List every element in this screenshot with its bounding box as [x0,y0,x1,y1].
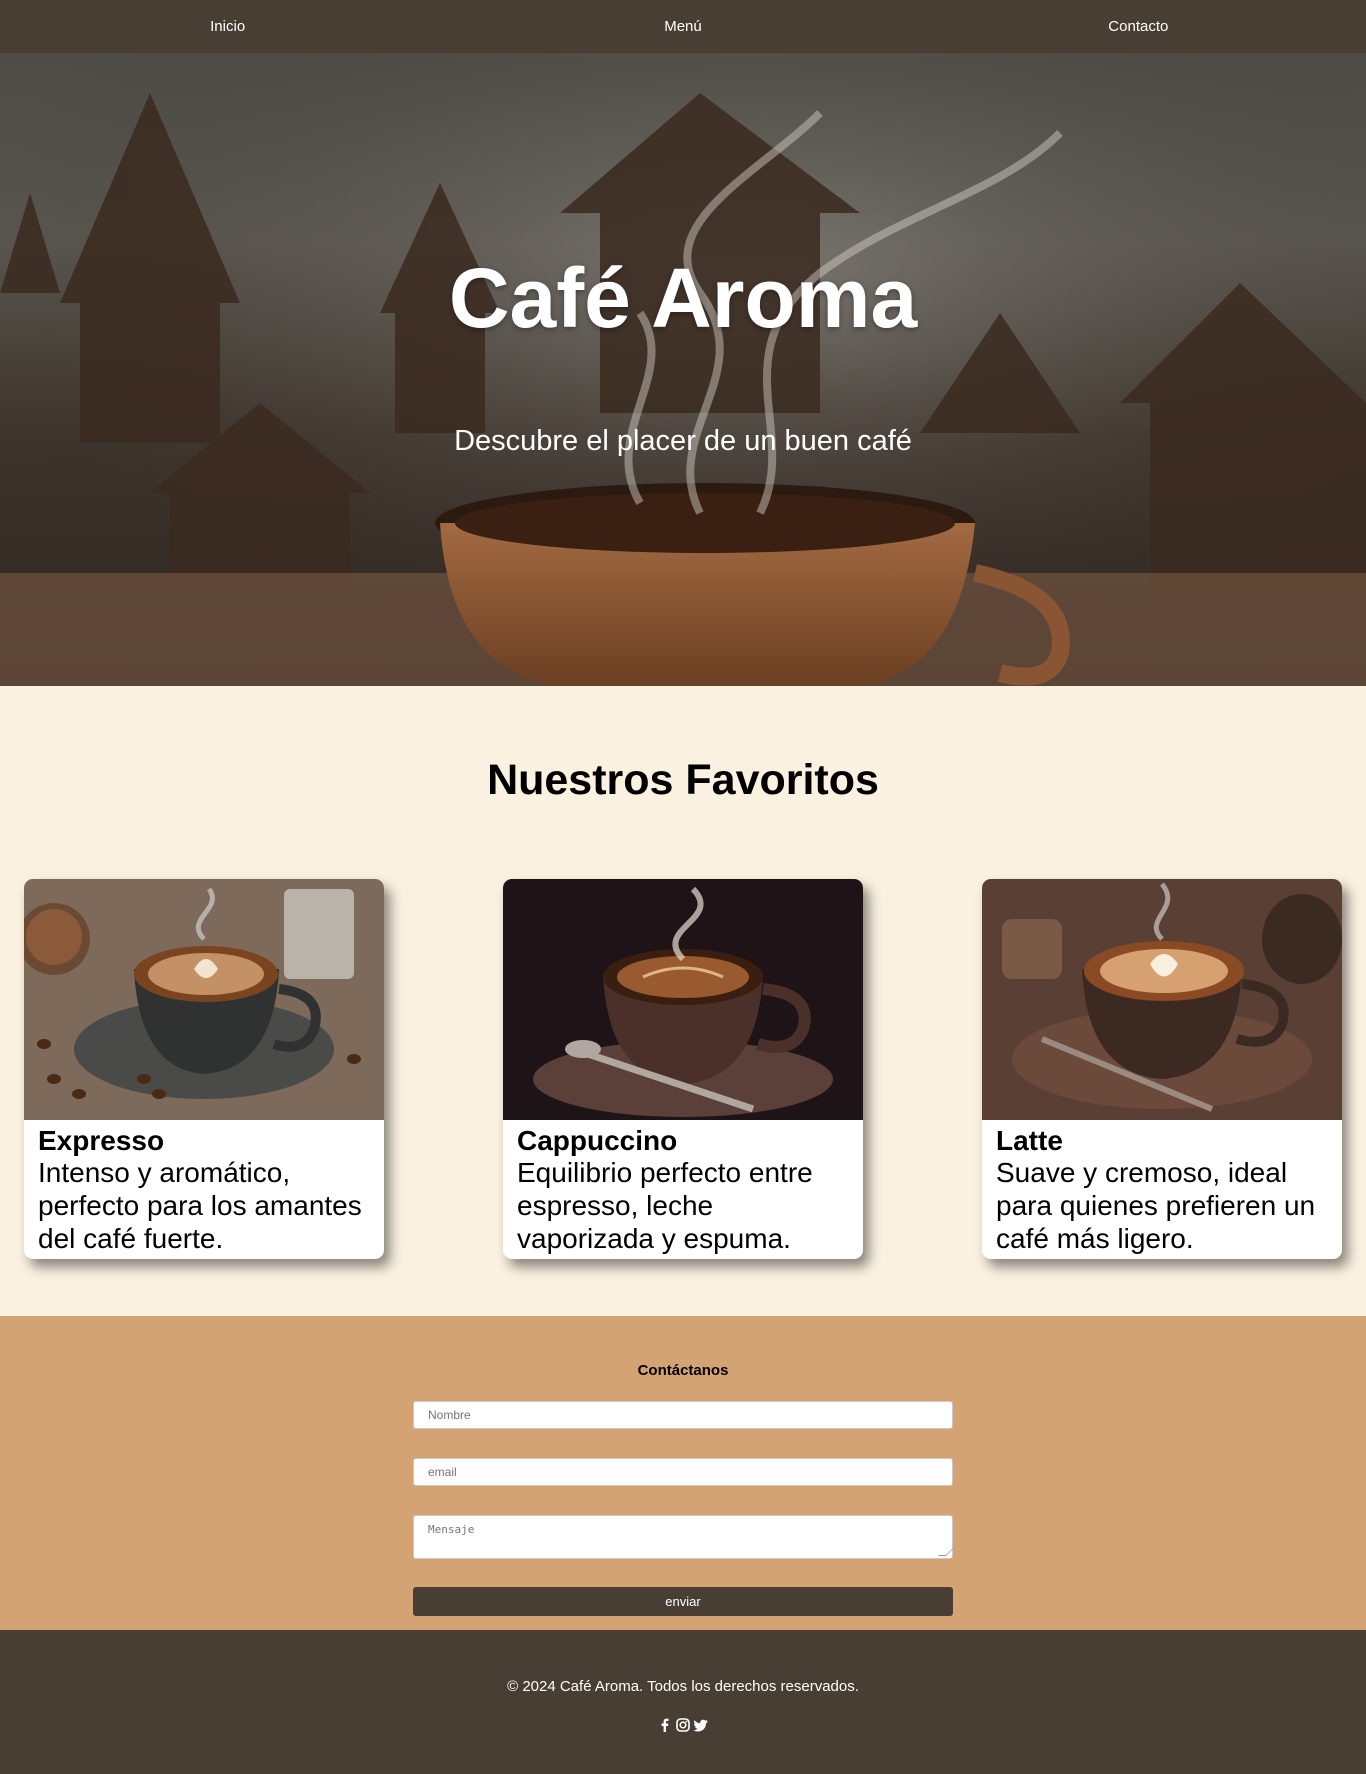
instagram-icon[interactable] [676,1718,690,1732]
card-title-cappuccino: Cappuccino [517,1125,678,1156]
card-title-latte: Latte [996,1125,1063,1156]
favorites-section: Nuestros Favoritos Expresso Intenso y ar… [0,686,1366,1316]
nav-link-inicio[interactable]: Inicio [0,18,455,35]
social-links [0,1718,1366,1732]
submit-button[interactable]: enviar [413,1587,953,1616]
cappuccino-image [503,879,863,1120]
email-input[interactable]: email [413,1458,953,1486]
hero-banner: Café Aroma Descubre el placer de un buen… [0,53,1366,686]
footer-copyright: © 2024 Café Aroma. Todos los derechos re… [507,1678,859,1695]
contact-section: Contáctanos Nombre email Mensaje enviar [0,1316,1366,1630]
twitter-icon[interactable] [694,1718,708,1732]
contact-title: Contáctanos [637,1362,729,1379]
name-input[interactable]: Nombre [413,1401,953,1429]
hero-background-image [0,53,1366,686]
hero-subtitle: Descubre el placer de un buen café [454,425,912,457]
footer: © 2024 Café Aroma. Todos los derechos re… [0,1630,1366,1774]
message-placeholder: Mensaje [428,1523,475,1536]
favorites-title: Nuestros Favoritos [487,756,879,804]
card-description-latte: Suave y cremoso, ideal para quienes pref… [996,1157,1316,1254]
coffee-card-latte: Latte Suave y cremoso, ideal para quiene… [982,879,1342,1259]
expresso-image [24,879,384,1120]
message-textarea[interactable]: Mensaje [413,1515,954,1559]
card-title-expresso: Expresso [38,1125,165,1156]
coffee-card-expresso: Expresso Intenso y aromático, perfecto p… [24,879,384,1259]
card-description-expresso: Intenso y aromático, perfecto para los a… [38,1157,362,1254]
resize-handle-icon[interactable] [938,1548,954,1556]
latte-image [982,879,1342,1120]
nav-link-contacto[interactable]: Contacto [911,18,1366,35]
hero-title: Café Aroma [448,251,918,345]
coffee-card-cappuccino: Cappuccino Equilibrio perfecto entre esp… [503,879,863,1259]
top-nav: Inicio Menú Contacto [0,0,1366,53]
nav-link-menu[interactable]: Menú [455,18,910,35]
card-description-cappuccino: Equilibrio perfecto entre espresso, lech… [517,1157,813,1254]
facebook-icon[interactable] [658,1718,672,1732]
